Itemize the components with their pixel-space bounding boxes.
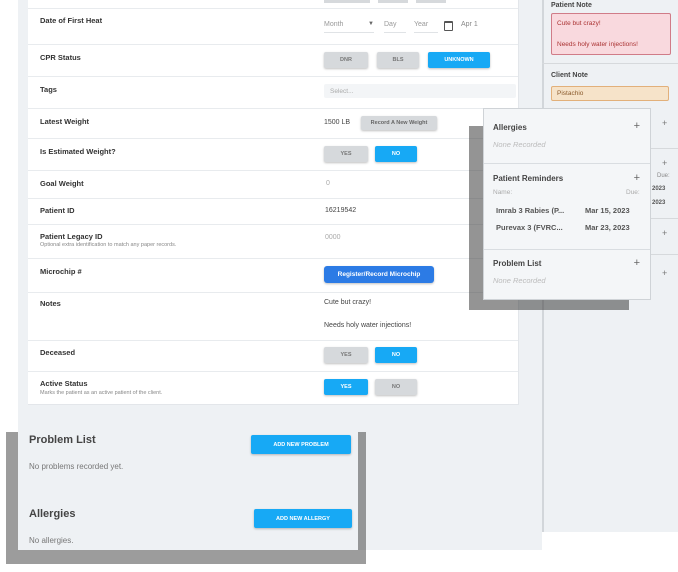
client-note-value: Pistachio [557,90,584,97]
reminder-name-header: Name: [493,189,513,196]
day-input[interactable]: Day [384,16,406,33]
active-status-label: Active Status [40,379,88,388]
popover-allergies-title: Allergies [493,123,527,132]
form-row-latest-weight: Latest Weight 1500 LB Record A New Weigh… [28,108,518,139]
deceased-no-button[interactable]: NO [375,347,417,363]
patient-note-label: Patient Note [551,2,592,9]
sidebar-divider [650,148,678,149]
client-note-box[interactable]: Pistachio [551,86,669,101]
calendar-icon[interactable] [444,21,453,31]
form-row-estimated-weight: Is Estimated Weight? YES NO [28,138,518,171]
register-microchip-button[interactable]: Register/Record Microchip [324,266,434,283]
tags-select[interactable]: Select... [324,84,516,98]
plus-icon[interactable]: + [662,158,667,168]
problem-list-title: Problem List [29,434,96,446]
reminder-due-header: Due: [626,189,640,196]
date-first-heat-label: Date of First Heat [40,16,103,25]
form-row-notes: Notes Cute but crazy! Needs holy water i… [28,292,518,341]
tags-placeholder: Select... [330,87,354,95]
notes-label: Notes [40,299,61,308]
plus-icon[interactable]: + [662,228,667,238]
goal-weight-value: 0 [326,180,330,187]
notes-line-2: Needs holy water injections! [324,322,412,329]
legacy-id-hint: Optional extra identification to match a… [40,242,177,248]
add-new-allergy-button[interactable]: ADD NEW ALLERGY [254,509,352,528]
popover-reminders-section: Patient Reminders + Name: Due: Imrab 3 R… [484,163,650,250]
year-input[interactable]: Year [414,16,438,33]
record-weight-button[interactable]: Record A New Weight [361,116,437,130]
estimated-no-button[interactable]: NO [375,146,417,162]
patient-note-line-2: Needs holy water injections! [557,41,638,48]
form-row-microchip: Microchip # Register/Record Microchip [28,258,518,293]
popover-problem-list-empty: None Recorded [493,276,546,285]
add-problem-plus-icon[interactable]: + [634,257,640,269]
add-reminder-plus-icon[interactable]: + [634,172,640,184]
popover-problem-list-title: Problem List [493,259,542,268]
goal-weight-label: Goal Weight [40,179,84,188]
allergies-title: Allergies [29,508,76,520]
month-placeholder: Month [324,20,344,28]
patient-details-form: Date of First Heat Month ▼ Day Year Apr … [28,0,519,405]
active-status-hint: Marks the patient as an active patient o… [40,390,163,396]
form-row-legacy-id: Patient Legacy ID Optional extra identif… [28,224,518,259]
patient-id-label: Patient ID [40,206,75,215]
plus-icon[interactable]: + [662,118,667,128]
chevron-down-icon: ▼ [368,21,374,27]
month-select[interactable]: Month ▼ [324,16,374,33]
date-first-heat-value: Apr 1 [461,21,478,28]
cpr-unknown-button[interactable]: UNKNOWN [428,52,490,68]
day-placeholder: Day [384,20,397,28]
estimated-yes-button[interactable]: YES [324,146,368,162]
reminder-due: Mar 15, 2023 [585,206,630,215]
deceased-yes-button[interactable]: YES [324,347,368,363]
patient-note-box[interactable]: Cute but crazy! Needs holy water injecti… [551,13,671,55]
popover-allergies-section: Allergies + None Recorded [484,109,650,164]
deceased-label: Deceased [40,348,76,357]
client-note-label: Client Note [551,72,588,79]
sidebar-divider [650,254,678,255]
latest-weight-value: 1500 LB [324,119,351,126]
plus-icon[interactable]: + [662,268,667,278]
year-placeholder: Year [414,20,429,28]
microchip-label: Microchip # [40,267,82,276]
form-row-patient-id: Patient ID 16219542 [28,198,518,225]
estimated-weight-label: Is Estimated Weight? [40,147,116,156]
active-no-button[interactable]: NO [375,379,417,395]
tags-label: Tags [40,85,57,94]
form-row-active-status: Active Status Marks the patient as an ac… [28,371,518,404]
patient-id-value: 16219542 [325,207,357,214]
reminder-due: Mar 23, 2023 [585,223,630,232]
problem-list-empty: No problems recorded yet. [29,462,124,471]
legacy-id-label: Patient Legacy ID [40,232,103,241]
patient-note-line-1: Cute but crazy! [557,20,601,27]
form-row-date-first-heat: Date of First Heat Month ▼ Day Year Apr … [28,8,518,45]
popover-problem-list-section: Problem List + None Recorded [484,249,650,297]
allergies-empty: No allergies. [29,536,74,545]
form-row-goal-weight: Goal Weight 0 [28,170,518,199]
cpr-dnr-button[interactable]: DNR [324,52,368,68]
add-allergy-plus-icon[interactable]: + [634,120,640,132]
latest-weight-label: Latest Weight [40,117,90,126]
reminder-name[interactable]: Purevax 3 (FVRC... [496,223,563,232]
due-year: 2023 [652,186,666,192]
form-row-deceased: Deceased YES NO [28,340,518,372]
popover-reminders-title: Patient Reminders [493,174,564,183]
active-yes-button[interactable]: YES [324,379,368,395]
due-year: 2023 [652,200,666,206]
cpr-status-label: CPR Status [40,53,81,62]
due-label: Due: [657,173,670,179]
notes-line-1: Cute but crazy! [324,299,372,306]
form-row-cpr-status: CPR Status DNR BLS UNKNOWN [28,44,518,77]
sidebar-divider [650,218,678,219]
popover-allergies-empty: None Recorded [493,140,546,149]
patient-summary-popover: Allergies + None Recorded Patient Remind… [483,108,651,300]
add-new-problem-button[interactable]: ADD NEW PROBLEM [251,435,351,454]
reminder-name[interactable]: Imrab 3 Rabies (P... [496,206,564,215]
cpr-bls-button[interactable]: BLS [377,52,419,68]
sidebar-divider [542,63,678,64]
legacy-id-input[interactable]: 0000 [325,234,341,241]
